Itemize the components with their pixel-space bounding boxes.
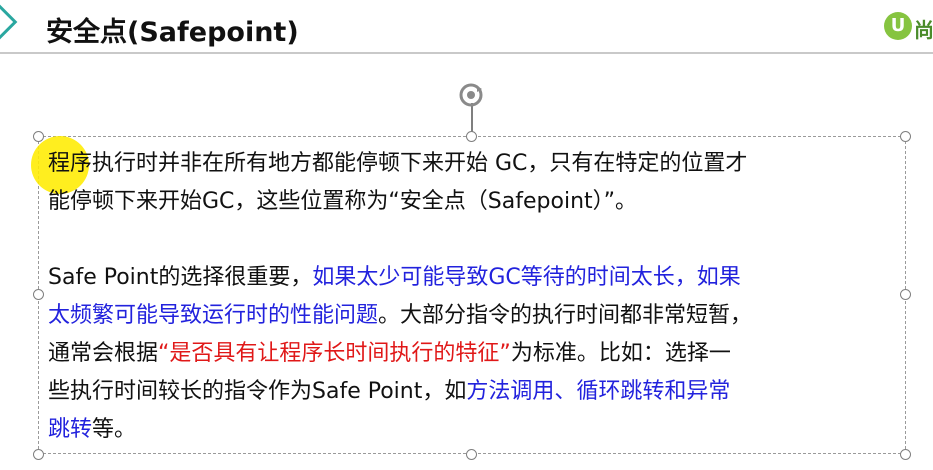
- paragraph-line: 程序执行时并非在所有地方都能停顿下来开始 GC，只有在特定的位置才: [48, 151, 748, 176]
- resize-handle-bottom[interactable]: [466, 449, 477, 460]
- paragraph-line: 能停顿下来开始GC，这些位置称为“安全点（Safepoint）”。: [48, 189, 638, 214]
- paragraph-line: 太频繁可能导致运行时的性能问题。大部分指令的执行时间都非常短暂，: [48, 297, 898, 335]
- emphasis-blue-text: 太频繁可能导致运行时的性能问题: [48, 303, 379, 328]
- emphasis-blue-text: 跳转: [48, 417, 93, 442]
- text-run: 通常会根据: [48, 341, 159, 366]
- resize-handle-top-right[interactable]: [900, 131, 911, 142]
- diamond-icon: [0, 3, 18, 41]
- paragraph-line: Safe Point的选择很重要，如果太少可能导致GC等待的时间太长，如果: [48, 259, 898, 297]
- resize-handle-right[interactable]: [900, 289, 911, 300]
- resize-handle-bottom-left[interactable]: [33, 449, 44, 460]
- text-run: 。大部分指令的执行时间都非常短暂，: [378, 303, 753, 328]
- resize-handle-top[interactable]: [466, 131, 477, 142]
- emphasis-blue-text: 如果太少可能导致GC等待的时间太长，如果: [312, 265, 741, 290]
- rotate-handle-icon[interactable]: [456, 80, 486, 110]
- brand-logo-icon: U: [884, 12, 912, 40]
- paragraph-line: 跳转等。: [48, 411, 898, 449]
- slide-textbox[interactable]: 程序执行时并非在所有地方都能停顿下来开始 GC，只有在特定的位置才 能停顿下来开…: [48, 145, 898, 449]
- resize-handle-bottom-right[interactable]: [900, 449, 911, 460]
- paragraph-line: 些执行时间较长的指令作为Safe Point，如方法调用、循环跳转和异常: [48, 373, 898, 411]
- text-run: 些执行时间较长的指令作为Safe Point，如: [48, 379, 467, 404]
- emphasis-blue-text: 方法调用、循环跳转和异常: [466, 379, 731, 404]
- slide-title: 安全点(Safepoint): [46, 17, 299, 48]
- emphasis-red-text: “是否具有让程序长时间执行的特征”: [158, 341, 511, 366]
- slide-header: 安全点(Safepoint) U 尚: [0, 0, 933, 52]
- text-run: Safe Point的选择很重要，: [48, 265, 313, 290]
- brand-logo-text: 尚: [914, 18, 933, 42]
- text-run: 为标准。比如：选择一: [510, 341, 731, 366]
- resize-handle-left[interactable]: [33, 289, 44, 300]
- header-divider: [0, 52, 933, 54]
- text-run: 等。: [92, 417, 137, 442]
- paragraph-line: 通常会根据“是否具有让程序长时间执行的特征”为标准。比如：选择一: [48, 335, 898, 373]
